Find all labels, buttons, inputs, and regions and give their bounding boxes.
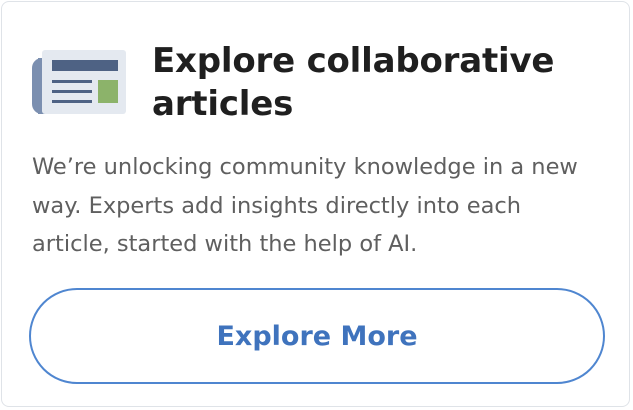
explore-articles-card: Explore collaborative articles We’re unl…: [1, 1, 630, 407]
explore-more-label: Explore More: [216, 320, 418, 352]
newspaper-icon: [32, 46, 128, 116]
card-title: Explore collaborative articles: [152, 41, 555, 124]
card-header: Explore collaborative articles: [32, 40, 612, 132]
explore-more-button[interactable]: Explore More: [29, 288, 605, 384]
card-description: We’re unlocking community knowledge in a…: [32, 154, 578, 257]
